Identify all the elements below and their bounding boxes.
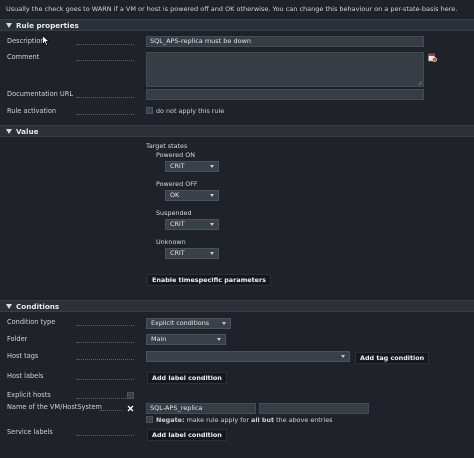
section-value[interactable]: Value [0, 125, 474, 137]
section-title: Value [16, 127, 39, 136]
dotted-leader [76, 97, 134, 98]
add-host-label-condition-button[interactable]: Add label condition [147, 372, 227, 384]
state-select-powered-on[interactable]: CRIT [165, 161, 219, 172]
state-label-suspended: Suspended [156, 209, 192, 217]
negate-bold-all-but: all but [251, 416, 275, 424]
negate-bold: Negate: [156, 416, 185, 424]
dotted-leader [76, 398, 134, 399]
disable-rule-checkbox[interactable] [146, 107, 153, 114]
collapse-triangle-icon [6, 304, 12, 309]
section-title: Rule properties [16, 21, 79, 30]
negate-checkbox[interactable] [146, 416, 153, 423]
condition-type-select[interactable]: Explicit conditions [146, 318, 231, 329]
resize-handle-icon[interactable] [417, 80, 422, 85]
dotted-leader [76, 325, 134, 326]
vm-name-input-extra[interactable] [259, 403, 369, 414]
service-labels-label: Service labels [7, 428, 53, 436]
folder-select[interactable]: Main [146, 334, 226, 345]
select-value: CRIT [170, 162, 185, 170]
rule-activation-label: Rule activation [7, 107, 57, 115]
negate-text-end: the above entries [276, 416, 333, 424]
select-value: Explicit conditions [151, 319, 210, 327]
insert-date-icon[interactable] [428, 53, 437, 62]
chevron-down-icon [341, 355, 345, 358]
comment-label: Comment [7, 53, 40, 61]
select-value: CRIT [170, 249, 185, 257]
vm-name-label: Name of the VM/HostSystem [7, 403, 102, 411]
chevron-down-icon [210, 252, 214, 255]
disable-rule-checkbox-label: do not apply this rule [156, 107, 225, 115]
dotted-leader [76, 379, 134, 380]
close-icon[interactable] [127, 405, 134, 412]
chevron-down-icon [210, 194, 214, 197]
select-value: Main [151, 335, 167, 343]
section-title: Conditions [16, 302, 60, 311]
add-service-label-condition-button[interactable]: Add label condition [147, 429, 227, 441]
explicit-hosts-label: Explicit hosts [7, 391, 51, 399]
host-labels-label: Host labels [7, 372, 44, 380]
state-select-unknown[interactable]: CRIT [165, 248, 219, 259]
add-tag-condition-button[interactable]: Add tag condition [355, 352, 430, 364]
section-conditions[interactable]: Conditions [0, 300, 474, 312]
negate-text: make rule apply for [186, 416, 249, 424]
documentation-url-input[interactable] [146, 89, 424, 100]
collapse-triangle-icon [6, 23, 12, 28]
vm-name-input[interactable]: SQL-APS_replica [146, 403, 256, 414]
select-value: CRIT [170, 220, 185, 228]
host-tags-label: Host tags [7, 352, 39, 360]
state-select-suspended[interactable]: CRIT [165, 219, 219, 230]
dotted-leader [76, 60, 134, 61]
folder-label: Folder [7, 335, 28, 343]
section-rule-properties[interactable]: Rule properties [0, 19, 474, 31]
collapse-triangle-icon [6, 129, 12, 134]
condition-type-label: Condition type [7, 318, 56, 326]
state-label-powered-on: Powered ON [156, 151, 196, 159]
documentation-url-label: Documentation URL [7, 90, 74, 98]
target-states-label: Target states [146, 142, 188, 150]
state-label-powered-off: Powered OFF [156, 180, 198, 188]
enable-timespecific-button[interactable]: Enable timespecific parameters [147, 274, 271, 286]
chevron-down-icon [217, 338, 221, 341]
comment-textarea[interactable] [146, 52, 424, 87]
state-select-powered-off[interactable]: OK [165, 190, 219, 201]
dotted-leader [100, 410, 122, 411]
description-input[interactable]: SQL_APS-replica must be down [146, 36, 424, 47]
chevron-down-icon [210, 165, 214, 168]
state-label-unknown: Unknown [156, 238, 186, 246]
chevron-down-icon [222, 322, 226, 325]
description-label: Description [7, 37, 45, 45]
dotted-leader [76, 435, 134, 436]
dotted-leader [76, 114, 134, 115]
host-tags-select[interactable] [146, 351, 350, 362]
chevron-down-icon [210, 223, 214, 226]
dotted-leader [76, 44, 134, 45]
dotted-leader [76, 342, 134, 343]
intro-text: Usually the check goes to WARN if a VM o… [6, 5, 458, 13]
dotted-leader [76, 359, 134, 360]
negate-label: Negate: make rule apply for all but the … [156, 416, 332, 424]
select-value: OK [170, 191, 180, 199]
explicit-hosts-checkbox[interactable] [127, 392, 134, 399]
